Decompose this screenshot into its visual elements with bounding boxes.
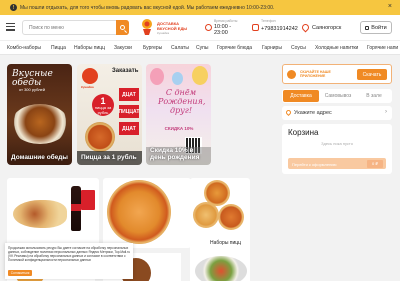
close-icon[interactable]: ×	[388, 3, 392, 10]
nav-item-combo[interactable]: Комбо-наборы	[7, 45, 41, 51]
banner-title: С днём Рождения, друг!	[158, 88, 206, 115]
notice-text: Мы пошли отдыхать, для того чтобы вновь …	[20, 4, 275, 11]
shawarma-image	[13, 200, 67, 228]
delivery-type-tabs: Доставка Самовывоз В зале	[282, 89, 392, 103]
promo-badge-number: 1	[100, 96, 106, 106]
login-button[interactable]: Войти	[360, 21, 392, 34]
nav-item-hot-drinks[interactable]: Горячие напи	[367, 45, 398, 51]
nav-item-salads[interactable]: Салаты	[171, 45, 189, 51]
notice-bar: ! Мы пошли отдыхать, для того чтобы внов…	[0, 0, 400, 15]
tab-pickup[interactable]: Самовывоз	[320, 90, 356, 102]
banner-home-lunch[interactable]: Вкусные обеды от 300 рублей Домашние обе…	[7, 64, 72, 165]
address-placeholder: Укажите адрес	[294, 110, 332, 116]
menu-icon[interactable]	[6, 23, 15, 31]
cart-panel: Корзина Здесь пока пусто Перейти к оформ…	[282, 124, 392, 174]
product-card-pizza[interactable]	[103, 178, 191, 248]
nav-item-sauces[interactable]: Соусы	[291, 45, 306, 51]
balloon-image	[192, 66, 208, 85]
banner-pizza-1-ruble[interactable]: Кушайка Заказать 1 пицца за рубль ДЦАТ П…	[77, 64, 142, 165]
nav-item-cold-drinks[interactable]: Холодные напитки	[315, 45, 358, 51]
checkout-button[interactable]: Перейти к оформлению 0 ₽	[288, 158, 386, 169]
city-selector[interactable]: Саяногорск	[312, 25, 341, 31]
nav-item-pizza[interactable]: Пицца	[51, 45, 66, 51]
banner-caption: Домашние обеды	[11, 154, 68, 161]
hours-label: Время работы	[214, 19, 238, 23]
balloon-image	[172, 72, 183, 85]
nav-item-hot-dishes[interactable]: Горячие блюда	[217, 45, 252, 51]
search-button[interactable]	[116, 20, 129, 35]
cola-bottle-image	[71, 186, 81, 231]
promo-stripe: ДЦАТ	[119, 122, 139, 135]
order-text: Заказать	[112, 68, 139, 74]
cart-empty-text: Здесь пока пусто	[321, 141, 353, 146]
product-card[interactable]	[190, 253, 250, 281]
banner-caption: Скидка 10% в день рождения	[150, 147, 200, 161]
discount-text: СКИДКА 10%	[164, 126, 194, 131]
food-plate-image	[11, 104, 69, 144]
cookie-accept-button[interactable]: Согласиться	[8, 270, 32, 276]
banner-caption: Пицца за 1 рубль	[81, 154, 137, 161]
pizza-image	[218, 204, 244, 230]
checkout-label: Перейти к оформлению	[292, 161, 337, 167]
fries-image	[81, 190, 95, 210]
banner-subtitle: от 300 рублей	[19, 87, 45, 92]
download-app-button[interactable]: Скачать	[357, 69, 387, 80]
balloon-image	[150, 68, 164, 85]
nav-item-soups[interactable]: Супы	[196, 45, 208, 51]
product-card-combo[interactable]	[7, 178, 99, 248]
phone-app-icon	[287, 70, 296, 79]
hours-value: 10:00 - 23:00	[214, 24, 232, 36]
product-card-pizza-sets[interactable]: Наборы пицц	[190, 178, 250, 256]
brand-logo	[82, 68, 98, 84]
promo-badge-text: пицца за рубль	[94, 105, 112, 115]
checkout-amount: 0 ₽	[367, 159, 383, 168]
clock-icon	[205, 24, 212, 31]
search-field[interactable]	[22, 20, 129, 35]
cookie-consent-popup: Продолжая использовать ресурс Вы даете с…	[5, 243, 133, 279]
location-pin-icon	[284, 108, 293, 117]
pizza-image	[107, 180, 171, 244]
phone-icon	[252, 24, 259, 31]
category-nav: Комбо-наборы Пицца Наборы пицц Закуски Б…	[0, 40, 400, 55]
address-selector[interactable]: Укажите адрес ›	[282, 106, 392, 120]
product-title: Наборы пицц	[210, 240, 242, 246]
cookie-text: Продолжая использовать ресурс Вы даете с…	[8, 246, 130, 262]
salad-image	[195, 256, 247, 281]
lock-icon	[365, 25, 370, 30]
pizza-image	[193, 202, 219, 228]
logo-icon[interactable]	[140, 18, 154, 36]
cart-title: Корзина	[288, 128, 319, 137]
app-promo-text: СКАЧАЙТЕ НАШЕ ПРИЛОЖЕНИЕ	[300, 70, 331, 78]
promo-badge: 1 пицца за рубль	[92, 94, 114, 116]
nav-item-garnish[interactable]: Гарниры	[262, 45, 282, 51]
search-input[interactable]	[29, 25, 109, 31]
pizza-image	[85, 122, 115, 152]
promo-stripe: ДЦАТ	[119, 88, 139, 101]
login-label: Войти	[371, 24, 387, 31]
nav-item-burgers[interactable]: Бургеры	[143, 45, 162, 51]
banner-birthday[interactable]: С днём Рождения, друг! СКИДКА 10% Скидка…	[146, 64, 211, 165]
chevron-right-icon: ›	[385, 109, 387, 115]
tab-delivery[interactable]: Доставка	[283, 90, 319, 102]
logo-text: ДОСТАВКА ВКУСНОЙ ЕДЫ	[157, 21, 188, 31]
warning-icon: !	[10, 4, 17, 11]
brand-name: Кушайка	[81, 85, 94, 89]
nav-item-pizza-sets[interactable]: Наборы пицц	[74, 45, 105, 51]
app-promo: СКАЧАЙТЕ НАШЕ ПРИЛОЖЕНИЕ Скачать	[282, 64, 392, 84]
phone-label: Телефон	[261, 19, 276, 23]
header: ДОСТАВКА ВКУСНОЙ ЕДЫ Кушайка Время работ…	[0, 15, 400, 40]
banner-title: Вкусные обеды	[12, 69, 53, 88]
tab-dine-in[interactable]: В зале	[357, 90, 391, 102]
nav-item-snacks[interactable]: Закуски	[114, 45, 132, 51]
phone-link[interactable]: +79831914242	[261, 26, 298, 32]
promo-stripe: ПИЦЦАТ	[119, 105, 139, 118]
logo-subtitle: Кушайка	[157, 31, 170, 35]
location-icon	[300, 22, 311, 33]
search-icon	[120, 25, 125, 30]
